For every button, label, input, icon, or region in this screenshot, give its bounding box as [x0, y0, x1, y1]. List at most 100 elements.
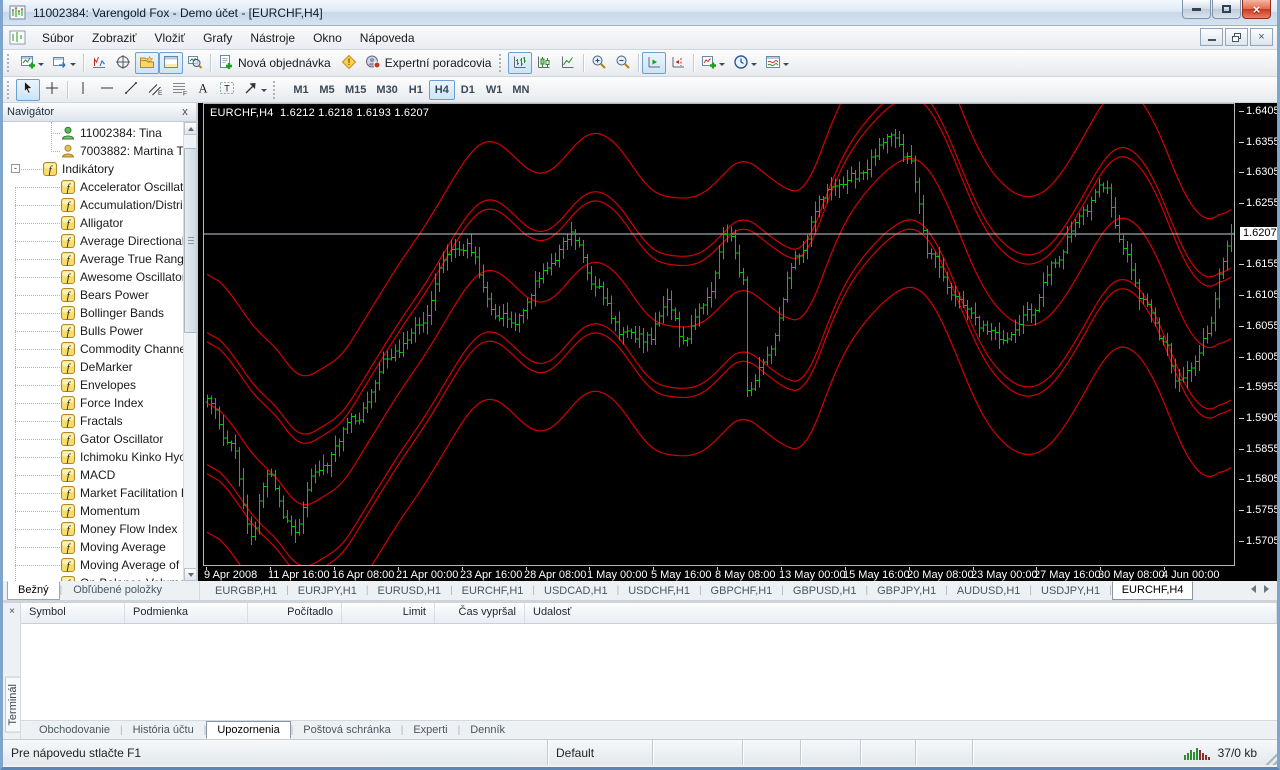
mdi-restore-button[interactable] — [1225, 28, 1248, 46]
nav-item-bears-power[interactable]: f Bears Power — [3, 286, 183, 304]
chart-tab-eurchf-h1[interactable]: EURCHF,H1 — [453, 583, 533, 600]
terminal-tab-denn-k[interactable]: Denník — [460, 722, 515, 738]
auto-scroll-button[interactable] — [642, 52, 667, 74]
terminal-tab-obchodovanie[interactable]: Obchodovanie — [29, 722, 120, 738]
chart-tab-eurjpy-h1[interactable]: EURJPY,H1 — [289, 583, 366, 600]
nav-item-market-facilitation-index[interactable]: f Market Facilitation Index — [3, 484, 183, 502]
column-header-po-tadlo[interactable]: Počítadlo — [248, 603, 342, 623]
column-header-udalos[interactable]: Udalosť — [525, 603, 1277, 623]
nav-item-fractals[interactable]: f Fractals — [3, 412, 183, 430]
terminal-tab-hist-ria-tu[interactable]: História účtu — [123, 722, 204, 738]
terminal-side-label[interactable]: Terminál — [5, 677, 20, 733]
terminal-tab-po-tov-schr-nka[interactable]: Poštová schránka — [293, 722, 400, 738]
nav-item-on-balance-volume[interactable]: f On Balance Volume — [3, 574, 183, 581]
toolbar-grip[interactable] — [499, 54, 506, 72]
periods-button[interactable] — [729, 52, 761, 74]
profiles-button[interactable] — [48, 52, 80, 74]
nav-tab-ob-ben-polo-ky[interactable]: Obľúbené položky — [62, 582, 173, 600]
indicators-list-button[interactable] — [697, 52, 729, 74]
nav-item-awesome-oscillator[interactable]: f Awesome Oscillator — [3, 268, 183, 286]
timeframe-d1[interactable]: D1 — [455, 80, 481, 100]
column-header-podmienka[interactable]: Podmienka — [125, 603, 248, 623]
timeframe-h4[interactable]: H4 — [428, 79, 455, 100]
new-chart-button[interactable] — [16, 52, 48, 74]
cursor-button[interactable] — [16, 78, 40, 101]
chart-tab-usdjpy-h1[interactable]: USDJPY,H1 — [1032, 583, 1109, 600]
nav-item-ichimoku-kinko-hyo[interactable]: f Ichimoku Kinko Hyo — [3, 448, 183, 466]
chart-plot[interactable]: EURCHF,H4 1.6212 1.6218 1.6193 1.6207 — [203, 103, 1235, 566]
menu-s-bor[interactable]: Súbor — [33, 28, 83, 48]
market-watch-button[interactable] — [87, 52, 111, 74]
menu-zobrazi[interactable]: Zobraziť — [83, 28, 146, 48]
price-axis[interactable]: 1.6405 1.6355 1.6305 1.6255 1.6155 1.6105 1.60… — [1238, 103, 1277, 566]
data-window-button[interactable] — [111, 52, 135, 74]
toolbar-grip[interactable] — [7, 54, 14, 72]
nav-item-bollinger-bands[interactable]: f Bollinger Bands — [3, 304, 183, 322]
time-axis[interactable]: 9 Apr 2008 11 Apr 16:00 16 Apr 08:00 21 Apr… — [203, 567, 1235, 581]
tabs-scroll-left-icon[interactable] — [1247, 585, 1256, 593]
templates-button[interactable] — [761, 52, 793, 74]
column-header-limit[interactable]: Limit — [342, 603, 435, 623]
zoom-out-button[interactable] — [611, 52, 635, 74]
text-tool-button[interactable]: A — [191, 79, 215, 101]
nav-item-account[interactable]: 11002384: Tina — [3, 124, 183, 142]
label-tool-button[interactable]: T — [215, 79, 239, 101]
toolbar-grip[interactable] — [7, 80, 14, 99]
chart-line-button[interactable] — [556, 52, 580, 74]
timeframe-m30[interactable]: M30 — [371, 80, 402, 100]
new-order-button[interactable]: Nová objednávka — [214, 52, 337, 74]
channel-button[interactable]: E — [143, 79, 167, 101]
title-bar[interactable]: 11002384: Varengold Fox - Demo účet - [E… — [3, 0, 1277, 26]
chart-tab-eurchf-h4[interactable]: EURCHF,H4 — [1111, 581, 1194, 600]
nav-item-force-index[interactable]: f Force Index — [3, 394, 183, 412]
hline-button[interactable] — [95, 79, 119, 101]
shapes-button[interactable] — [239, 79, 271, 101]
menu-vlo-i[interactable]: Vložiť — [146, 28, 195, 48]
chart-tab-gbpchf-h1[interactable]: GBPCHF,H1 — [702, 583, 782, 600]
menu-grafy[interactable]: Grafy — [194, 28, 241, 48]
timeframe-w1[interactable]: W1 — [481, 80, 508, 100]
nav-item-momentum[interactable]: f Momentum — [3, 502, 183, 520]
chart-tab-gbpjpy-h1[interactable]: GBPJPY,H1 — [868, 583, 945, 600]
crosshair-button[interactable] — [40, 79, 64, 101]
chart-tab-eurgbp-h1[interactable]: EURGBP,H1 — [206, 583, 286, 600]
terminal-tab-experti[interactable]: Experti — [403, 722, 457, 738]
nav-group-indicators[interactable]: - f Indikátory — [3, 160, 183, 178]
chart-tab-usdchf-h1[interactable]: USDCHF,H1 — [619, 583, 699, 600]
nav-tab-be-n[interactable]: Bežný — [7, 581, 60, 600]
chart-shift-button[interactable] — [666, 52, 690, 74]
nav-item-envelopes[interactable]: f Envelopes — [3, 376, 183, 394]
nav-item-average-true-range[interactable]: f Average True Range — [3, 250, 183, 268]
timeframe-m1[interactable]: M1 — [288, 80, 314, 100]
nav-item-demarker[interactable]: f DeMarker — [3, 358, 183, 376]
navigator-toggle-button[interactable] — [135, 52, 159, 74]
maximize-button[interactable] — [1212, 0, 1241, 19]
chart-tab-audusd-h1[interactable]: AUDUSD,H1 — [948, 583, 1030, 600]
scroll-down-icon[interactable] — [184, 568, 196, 581]
chart-bars-button[interactable] — [508, 52, 533, 74]
nav-item-commodity-channel-index[interactable]: f Commodity Channel Index — [3, 340, 183, 358]
navigator-close-icon[interactable]: x — [178, 106, 192, 119]
menu-okno[interactable]: Okno — [304, 28, 351, 48]
scroll-up-icon[interactable] — [184, 122, 196, 135]
mdi-minimize-button[interactable] — [1200, 28, 1223, 46]
minimize-button[interactable] — [1182, 0, 1211, 19]
nav-item-accelerator-oscillator[interactable]: f Accelerator Oscillator — [3, 178, 183, 196]
timeframe-mn[interactable]: MN — [507, 80, 534, 100]
nav-item-accumulation-distribution[interactable]: f Accumulation/Distribution — [3, 196, 183, 214]
chart-candles-button[interactable] — [532, 52, 556, 74]
chart-window-icon[interactable] — [9, 30, 27, 46]
timeframe-m5[interactable]: M5 — [314, 80, 340, 100]
timeframe-h1[interactable]: H1 — [403, 80, 429, 100]
chart-tab-gbpusd-h1[interactable]: GBPUSD,H1 — [784, 583, 866, 600]
terminal-close-icon[interactable]: × — [6, 606, 18, 618]
nav-item-average-directional-movement[interactable]: f Average Directional Movement — [3, 232, 183, 250]
navigator-titlebar[interactable]: Navigátor x — [3, 103, 196, 122]
nav-item-gator-oscillator[interactable]: f Gator Oscillator — [3, 430, 183, 448]
mdi-close-button[interactable]: × — [1250, 28, 1273, 46]
zoom-in-button[interactable] — [587, 52, 611, 74]
strategy-tester-button[interactable] — [183, 52, 207, 74]
navigator-scrollbar[interactable] — [183, 122, 196, 581]
expert-advisors-button[interactable]: Expertní poradcovia — [361, 52, 498, 74]
chart-svg[interactable] — [204, 104, 1234, 565]
